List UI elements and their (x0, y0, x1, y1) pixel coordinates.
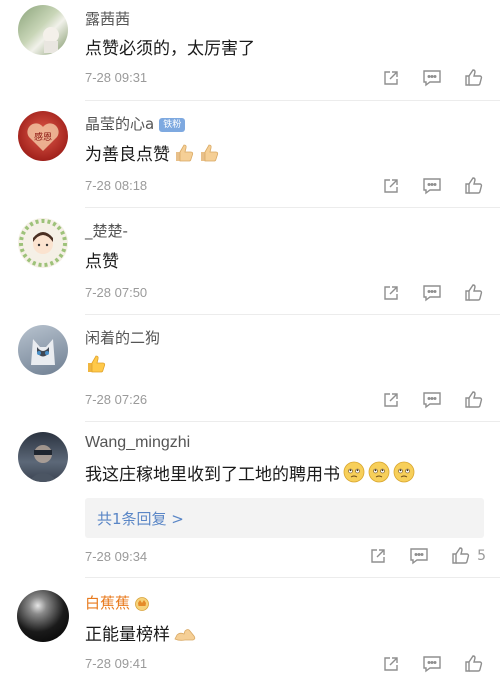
username[interactable]: 闲着的二狗 (85, 327, 160, 348)
worried-face-emoji (343, 461, 365, 488)
like-count: 5 (477, 547, 486, 564)
timestamp: 7-28 08:18 (85, 178, 148, 193)
timestamp: 7-28 09:41 (85, 656, 148, 671)
timestamp: 7-28 09:31 (85, 70, 148, 85)
comment-item: Wang_mingzhi 我这庄稼地里收到了工地的聘用书 共1条回复 > 7-2… (0, 422, 500, 577)
comment-button[interactable] (422, 177, 442, 195)
like-icon (464, 68, 484, 87)
comment-icon (409, 547, 429, 565)
comment-text: 为善良点赞 (85, 140, 220, 168)
username-text[interactable]: 白蕉蕉 (85, 594, 130, 612)
reply-box[interactable]: 共1条回复 > (85, 498, 484, 538)
username[interactable]: 晶莹的心a 铁粉 (85, 113, 186, 134)
share-button[interactable] (382, 655, 400, 673)
comment-button[interactable] (422, 655, 442, 673)
like-button[interactable] (464, 68, 484, 87)
comment-text: 点赞必须的，太厉害了 (85, 39, 255, 59)
svg-text:感恩: 感恩 (34, 131, 52, 143)
like-button[interactable] (464, 176, 484, 195)
username[interactable]: 露茜茜 (85, 8, 130, 29)
vip-crown-icon (133, 595, 151, 615)
like-icon (464, 176, 484, 195)
comment-item: 感恩 晶莹的心a 铁粉 为善良点赞 7-28 08:18 (0, 101, 500, 207)
like-icon (464, 654, 484, 673)
like-button[interactable] (464, 283, 484, 302)
share-button[interactable] (369, 547, 387, 565)
share-button[interactable] (382, 177, 400, 195)
strong-arm-emoji (173, 625, 197, 648)
timestamp: 7-28 07:50 (85, 285, 148, 300)
comment-text-body: 我这庄稼地里收到了工地的聘用书 (85, 465, 340, 485)
share-button[interactable] (382, 391, 400, 409)
avatar[interactable] (17, 590, 69, 642)
share-icon (382, 69, 400, 87)
comment-icon (422, 69, 442, 87)
avatar[interactable] (18, 325, 68, 375)
username-text[interactable]: 晶莹的心a (85, 115, 154, 133)
username[interactable]: 白蕉蕉 (85, 592, 151, 615)
comment-item: 闲着的二狗 7-28 07:26 (0, 315, 500, 421)
comment-text-body: 正能量榜样 (85, 625, 170, 645)
avatar[interactable] (18, 218, 68, 268)
comment-button[interactable] (422, 69, 442, 87)
comment-icon (422, 655, 442, 673)
view-replies-link[interactable]: 共1条回复 > (97, 508, 184, 529)
username[interactable]: _楚楚- (85, 220, 128, 241)
comment-button[interactable] (422, 391, 442, 409)
comment-text-body: 为善良点赞 (85, 145, 170, 165)
worried-face-emoji (368, 461, 390, 488)
share-button[interactable] (382, 69, 400, 87)
comment-icon (422, 284, 442, 302)
comment-text: 点赞 (85, 252, 119, 272)
comment-icon (422, 177, 442, 195)
comment-icon (422, 391, 442, 409)
thumbs-up-emoji (173, 143, 195, 168)
comment-text: 我这庄稼地里收到了工地的聘用书 (85, 460, 415, 488)
timestamp: 7-28 09:34 (85, 549, 148, 564)
avatar[interactable] (18, 432, 68, 482)
share-icon (382, 655, 400, 673)
comment-item: _楚楚- 点赞 7-28 07:50 (0, 208, 500, 314)
like-icon (451, 546, 471, 565)
timestamp: 7-28 07:26 (85, 392, 148, 407)
avatar[interactable] (18, 5, 68, 55)
thumbs-up-emoji (85, 354, 107, 379)
avatar[interactable]: 感恩 (18, 111, 68, 161)
like-button[interactable] (464, 654, 484, 673)
comment-text (85, 354, 107, 379)
like-button[interactable] (464, 390, 484, 409)
share-icon (382, 177, 400, 195)
share-icon (382, 284, 400, 302)
fan-badge: 铁粉 (159, 118, 186, 132)
username[interactable]: Wang_mingzhi (85, 434, 190, 452)
like-button[interactable]: 5 (451, 546, 486, 565)
like-icon (464, 390, 484, 409)
share-icon (382, 391, 400, 409)
thumbs-up-emoji (198, 143, 220, 168)
like-icon (464, 283, 484, 302)
comment-button[interactable] (422, 284, 442, 302)
comment-item: 露茜茜 点赞必须的，太厉害了 7-28 09:31 (0, 0, 500, 100)
comment-item: 白蕉蕉 正能量榜样 7-28 09:41 (0, 578, 500, 683)
comment-text: 正能量榜样 (85, 620, 197, 648)
share-icon (369, 547, 387, 565)
comment-button[interactable] (409, 547, 429, 565)
share-button[interactable] (382, 284, 400, 302)
worried-face-emoji (393, 461, 415, 488)
